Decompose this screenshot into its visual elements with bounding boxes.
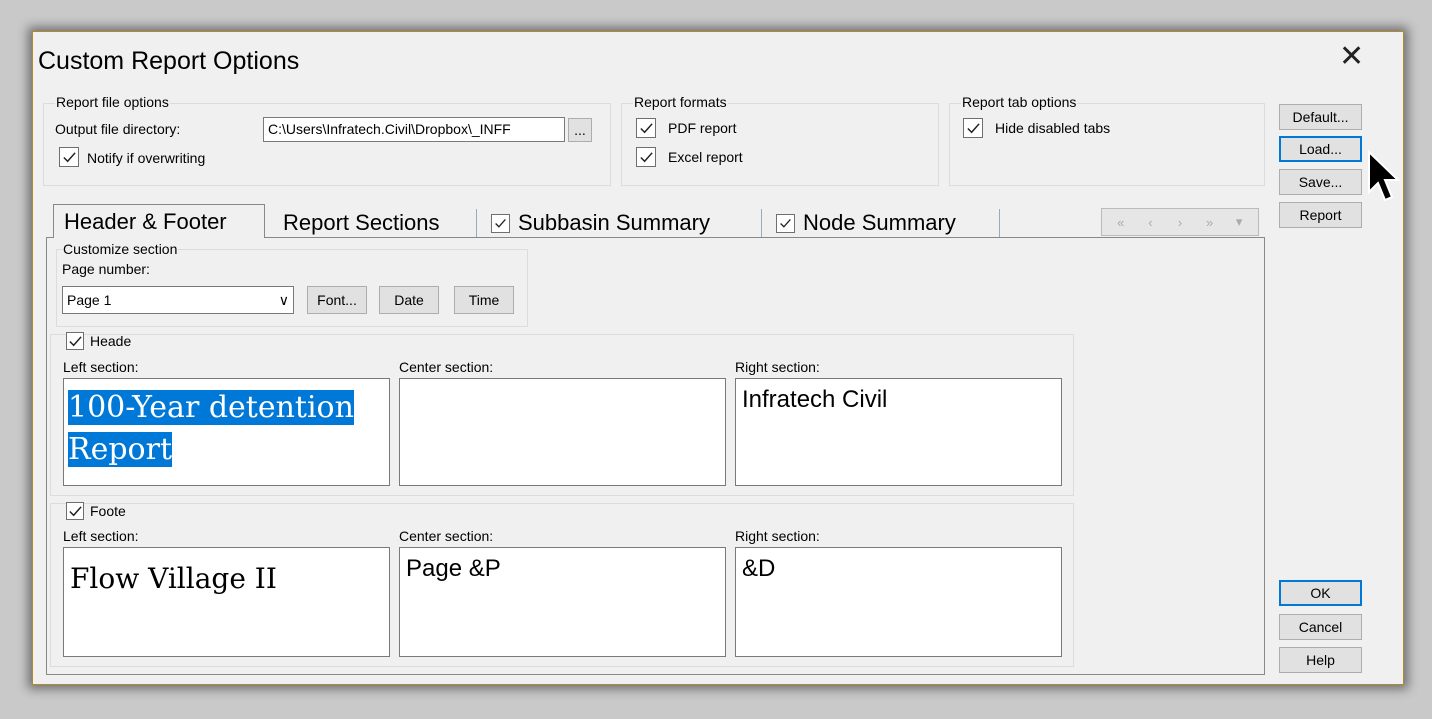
- checkmark-icon: [68, 505, 82, 516]
- footer-left-textarea[interactable]: Flow Village II: [63, 547, 390, 657]
- pdf-report-label: PDF report: [668, 120, 737, 136]
- cancel-button[interactable]: Cancel: [1279, 614, 1362, 640]
- next-tab-icon[interactable]: ›: [1168, 212, 1192, 232]
- excel-report-label: Excel report: [668, 149, 743, 165]
- load-button[interactable]: Load...: [1279, 136, 1362, 162]
- tab-separator: [761, 209, 762, 237]
- checkmark-icon: [68, 335, 82, 346]
- page-number-label: Page number:: [62, 261, 150, 277]
- report-formats-label: Report formats: [633, 94, 728, 110]
- footer-center-label: Center section:: [399, 528, 494, 544]
- checkmark-icon: [495, 218, 506, 228]
- notify-overwrite-label: Notify if overwriting: [87, 150, 206, 166]
- dialog-title: Custom Report Options: [38, 47, 300, 75]
- pdf-report-checkbox[interactable]: [636, 118, 656, 138]
- excel-report-checkbox[interactable]: [636, 147, 656, 167]
- header-center-textarea[interactable]: [399, 378, 726, 486]
- default-button[interactable]: Default...: [1279, 104, 1362, 130]
- footer-right-label: Right section:: [735, 528, 820, 544]
- header-left-line1: 100-Year detention: [68, 390, 354, 425]
- subbasin-summary-checkbox[interactable]: [491, 213, 510, 233]
- footer-center-textarea[interactable]: Page &P: [399, 547, 726, 657]
- previous-tab-icon[interactable]: ‹: [1138, 212, 1162, 232]
- help-button[interactable]: Help: [1279, 647, 1362, 673]
- first-tab-icon[interactable]: «: [1109, 212, 1133, 232]
- checkmark-icon: [639, 122, 653, 133]
- custom-report-dialog: Custom Report Options ✕ Report file opti…: [32, 31, 1404, 685]
- font-button[interactable]: Font...: [307, 286, 367, 314]
- page-number-value: Page 1: [67, 292, 112, 308]
- report-file-options-label: Report file options: [55, 94, 170, 110]
- checkmark-icon: [639, 151, 653, 162]
- checkmark-icon: [62, 151, 76, 162]
- customize-section-label: Customize section: [62, 241, 179, 257]
- report-tab-options-label: Report tab options: [961, 94, 1078, 110]
- notify-overwrite-checkbox[interactable]: [59, 147, 79, 167]
- save-button[interactable]: Save...: [1279, 169, 1362, 195]
- report-button[interactable]: Report: [1279, 202, 1362, 228]
- tab-header-footer[interactable]: Header & Footer: [53, 204, 265, 238]
- header-checkbox[interactable]: [66, 332, 84, 350]
- checkmark-icon: [966, 122, 980, 133]
- tab-report-sections[interactable]: Report Sections: [283, 209, 440, 237]
- header-left-label: Left section:: [63, 359, 139, 375]
- header-right-textarea[interactable]: Infratech Civil: [735, 378, 1062, 486]
- tab-header-footer-label: Header & Footer: [64, 208, 227, 234]
- header-right-label: Right section:: [735, 359, 820, 375]
- report-file-options-group: [43, 103, 611, 186]
- close-icon[interactable]: ✕: [1339, 42, 1364, 72]
- output-directory-label: Output file directory:: [55, 121, 181, 137]
- footer-checkbox[interactable]: [66, 502, 84, 520]
- header-left-textarea[interactable]: 100-Year detention Report: [63, 378, 390, 486]
- tab-list-icon[interactable]: ▾: [1227, 212, 1251, 232]
- browse-button[interactable]: ...: [568, 118, 592, 142]
- time-button[interactable]: Time: [454, 286, 514, 314]
- report-tab-options-group: [949, 103, 1265, 186]
- date-button[interactable]: Date: [379, 286, 439, 314]
- footer-left-label: Left section:: [63, 528, 139, 544]
- last-tab-icon[interactable]: »: [1198, 212, 1222, 232]
- ok-button[interactable]: OK: [1279, 580, 1362, 606]
- chevron-down-icon: ∨: [278, 292, 289, 308]
- hide-disabled-tabs-checkbox[interactable]: [963, 118, 983, 138]
- node-summary-checkbox[interactable]: [776, 213, 795, 233]
- tab-subbasin-summary[interactable]: Subbasin Summary: [491, 209, 710, 237]
- tab-subbasin-summary-label: Subbasin Summary: [518, 210, 710, 235]
- checkmark-icon: [780, 218, 791, 228]
- header-left-line2: Report: [68, 432, 173, 467]
- tab-separator: [999, 209, 1000, 237]
- report-formats-group: [621, 103, 939, 186]
- footer-label: Foote: [90, 503, 126, 519]
- tab-node-summary[interactable]: Node Summary: [776, 209, 956, 237]
- output-directory-input[interactable]: C:\Users\Infratech.Civil\Dropbox\_INFF: [263, 117, 565, 142]
- tab-nav-group: « ‹ › » ▾: [1101, 208, 1259, 236]
- hide-disabled-tabs-label: Hide disabled tabs: [995, 120, 1111, 136]
- header-label: Heade: [90, 333, 132, 349]
- tab-separator: [476, 209, 477, 237]
- page-number-select[interactable]: Page 1 ∨: [62, 286, 294, 314]
- footer-right-textarea[interactable]: &D: [735, 547, 1062, 657]
- mouse-cursor-icon: [1368, 150, 1401, 202]
- tab-node-summary-label: Node Summary: [803, 210, 956, 235]
- header-center-label: Center section:: [399, 359, 494, 375]
